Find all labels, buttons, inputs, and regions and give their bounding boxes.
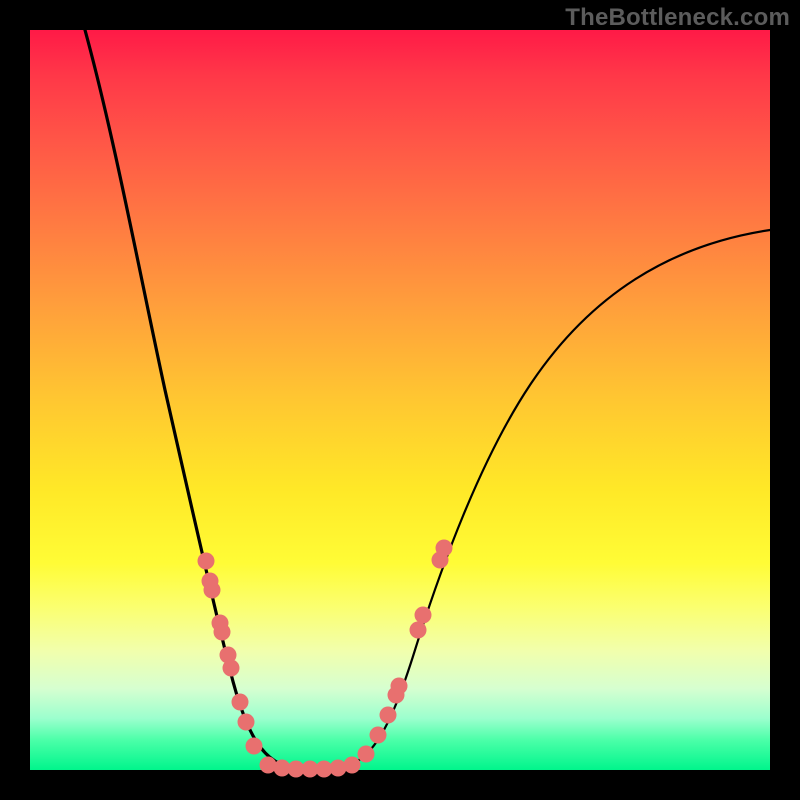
data-point [436,540,453,557]
data-point [238,714,255,731]
curve-left-arm [85,30,300,768]
data-point [391,678,408,695]
data-point [223,660,240,677]
data-point [415,607,432,624]
data-point [370,727,387,744]
data-point [232,694,249,711]
data-point [358,746,375,763]
data-point [344,757,361,774]
data-point [380,707,397,724]
plot-area [30,30,770,770]
outer-frame: TheBottleneck.com [0,0,800,800]
data-point [214,624,231,641]
points-group [198,540,453,778]
data-point [198,553,215,570]
data-point [330,760,347,777]
data-point [204,582,221,599]
data-point [410,622,427,639]
curve-group [85,30,770,768]
chart-svg [30,30,770,770]
data-point [246,738,263,755]
data-point [260,757,277,774]
watermark-text: TheBottleneck.com [565,4,790,32]
